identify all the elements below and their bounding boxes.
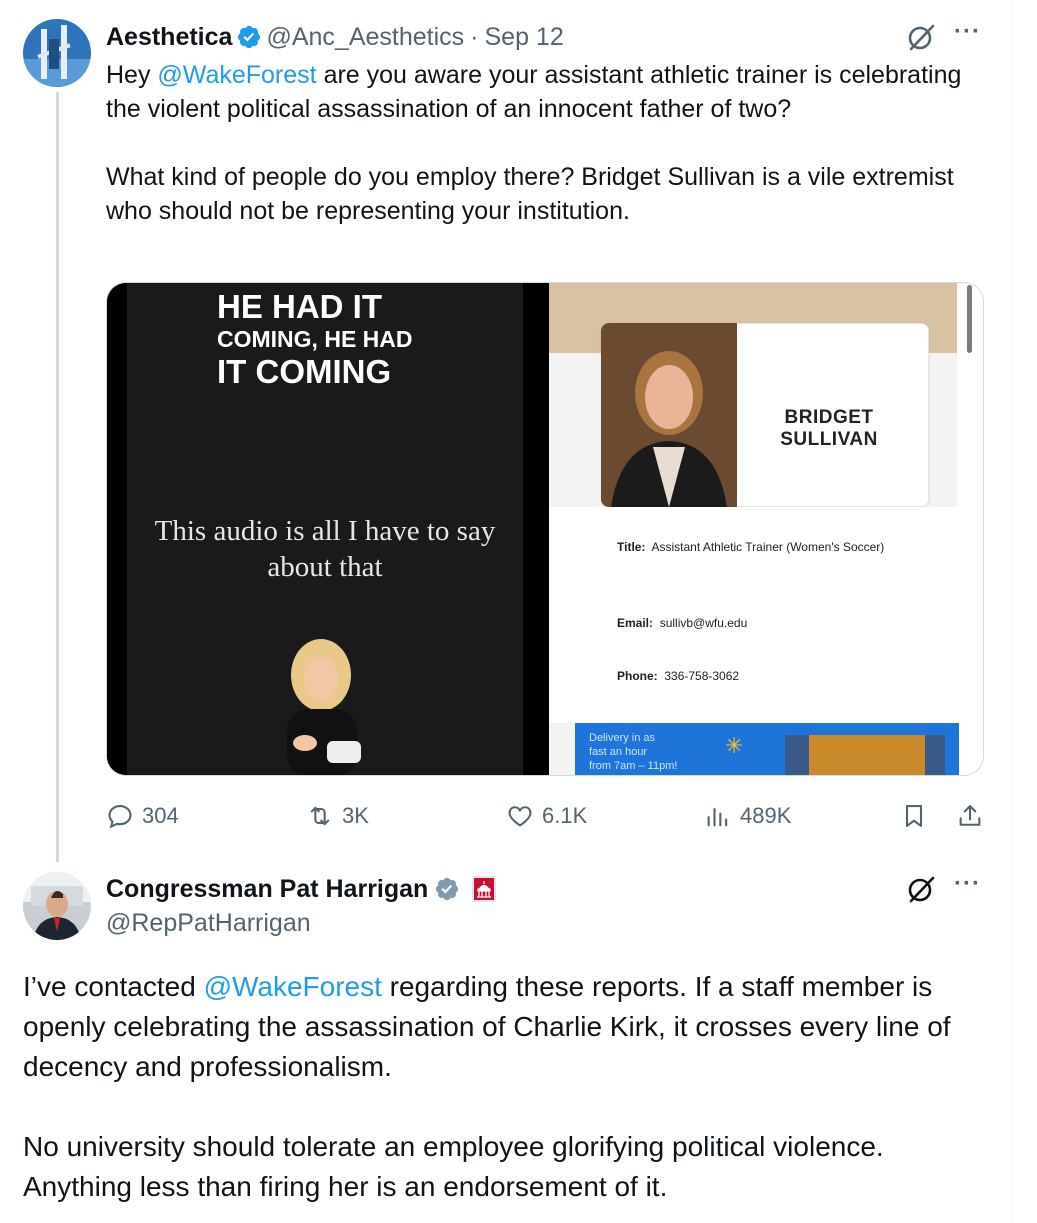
tweet2-text: I’ve contacted @WakeForest regarding the… bbox=[23, 967, 998, 1207]
field-label: Email: bbox=[617, 616, 654, 630]
verified-badge-icon bbox=[238, 25, 261, 49]
profile-name: BRIDGET SULLIVAN bbox=[780, 407, 878, 450]
profile-title-field: Title: Assistant Athletic Trainer (Women… bbox=[617, 537, 917, 558]
tweet2-text-part: I’ve contacted bbox=[23, 971, 204, 1002]
spark-icon: ✳ bbox=[725, 733, 744, 758]
bookmark-button[interactable] bbox=[900, 798, 936, 834]
bookmark-icon bbox=[905, 805, 923, 827]
field-label: Title: bbox=[617, 540, 646, 554]
tweet1-text: Hey @WakeForest are you aware your assis… bbox=[106, 58, 986, 228]
reply-button[interactable]: 304 bbox=[106, 798, 179, 834]
tweet1-header: Aesthetica @Anc_Aesthetics · Sep 12 bbox=[106, 20, 564, 54]
meme-line: HE HAD IT bbox=[217, 288, 382, 325]
meme-heading: HE HAD IT COMING, HE HAD IT COMING bbox=[217, 289, 517, 391]
ad-text: fast an hour bbox=[589, 746, 648, 758]
views-icon bbox=[707, 807, 728, 827]
ad-banner: Delivery in as fast an hour from 7am – 1… bbox=[575, 723, 959, 775]
meme-line: COMING, HE HAD bbox=[217, 326, 413, 352]
more-icon[interactable]: ··· bbox=[954, 870, 981, 898]
share-icon bbox=[959, 805, 981, 826]
tweet1-text-part: Hey bbox=[106, 61, 158, 89]
tweet2-display-name[interactable]: Congressman Pat Harrigan bbox=[106, 875, 428, 904]
tweet2-handle[interactable]: @RepPatHarrigan bbox=[106, 906, 311, 940]
field-value: sullivb@wfu.edu bbox=[659, 616, 748, 630]
ad-text: Delivery in as bbox=[589, 732, 656, 744]
profile-phone-field: Phone: 336-758-3062 bbox=[617, 666, 917, 687]
mention-link[interactable]: @WakeForest bbox=[157, 61, 316, 89]
meme-image[interactable]: HE HAD IT COMING, HE HAD IT COMING This … bbox=[107, 283, 543, 775]
like-count: 6.1K bbox=[542, 803, 588, 828]
ad-image bbox=[785, 735, 945, 775]
tweet2-header: Congressman Pat Harrigan bbox=[106, 872, 497, 906]
timeline-border bbox=[1012, 0, 1013, 1223]
tweet1-handle[interactable]: @Anc_Aesthetics bbox=[266, 23, 464, 52]
scrollbar bbox=[957, 283, 983, 775]
share-button[interactable] bbox=[956, 798, 992, 834]
thread-line bbox=[56, 92, 59, 862]
field-label: Phone: bbox=[617, 669, 658, 683]
meme-line: IT COMING bbox=[217, 353, 392, 390]
views-button[interactable]: 489K bbox=[704, 798, 791, 834]
harrigan-avatar[interactable] bbox=[23, 872, 91, 940]
profile-email-field: Email: sullivb@wfu.edu bbox=[617, 613, 917, 634]
grok-icon[interactable] bbox=[906, 874, 936, 904]
repost-icon bbox=[310, 806, 330, 826]
tweet1-media[interactable]: HE HAD IT COMING, HE HAD IT COMING This … bbox=[106, 282, 984, 776]
gray-verified-badge-icon bbox=[436, 877, 459, 901]
views-count: 489K bbox=[740, 803, 792, 828]
profile-photo bbox=[601, 323, 737, 507]
aesthetica-avatar[interactable] bbox=[23, 19, 91, 87]
grok-icon[interactable] bbox=[906, 22, 936, 52]
repost-count: 3K bbox=[342, 803, 369, 828]
reply-count: 304 bbox=[142, 803, 179, 828]
staff-profile-screenshot[interactable]: BRIDGET SULLIVAN Title: Assistant Athlet… bbox=[549, 283, 983, 775]
tweet1-text-paragraph-2: What kind of people do you employ there?… bbox=[106, 163, 954, 225]
tweet2-text-paragraph-2: No university should tolerate an employe… bbox=[23, 1131, 884, 1202]
tweet1-top-actions: ··· bbox=[906, 18, 981, 52]
ad-text: from 7am – 11pm! bbox=[589, 760, 678, 772]
reply-icon bbox=[108, 805, 132, 829]
capitol-icon bbox=[472, 876, 497, 902]
mention-link[interactable]: @WakeForest bbox=[204, 971, 382, 1002]
tweet2-top-actions: ··· bbox=[906, 870, 981, 904]
woman-figure-illustration bbox=[287, 639, 361, 775]
like-icon bbox=[508, 806, 532, 827]
like-button[interactable]: 6.1K bbox=[506, 798, 587, 834]
field-value: Assistant Athletic Trainer (Women's Socc… bbox=[651, 540, 885, 554]
tweet1-separator: · bbox=[470, 22, 479, 51]
tweet1-display-name[interactable]: Aesthetica bbox=[106, 23, 232, 52]
repost-button[interactable]: 3K bbox=[306, 798, 369, 834]
more-icon[interactable]: ··· bbox=[954, 18, 981, 46]
meme-subtitle: This audio is all I have to say about th… bbox=[154, 515, 496, 583]
tweet1-date[interactable]: Sep 12 bbox=[484, 23, 563, 52]
field-value: 336-758-3062 bbox=[664, 669, 740, 683]
